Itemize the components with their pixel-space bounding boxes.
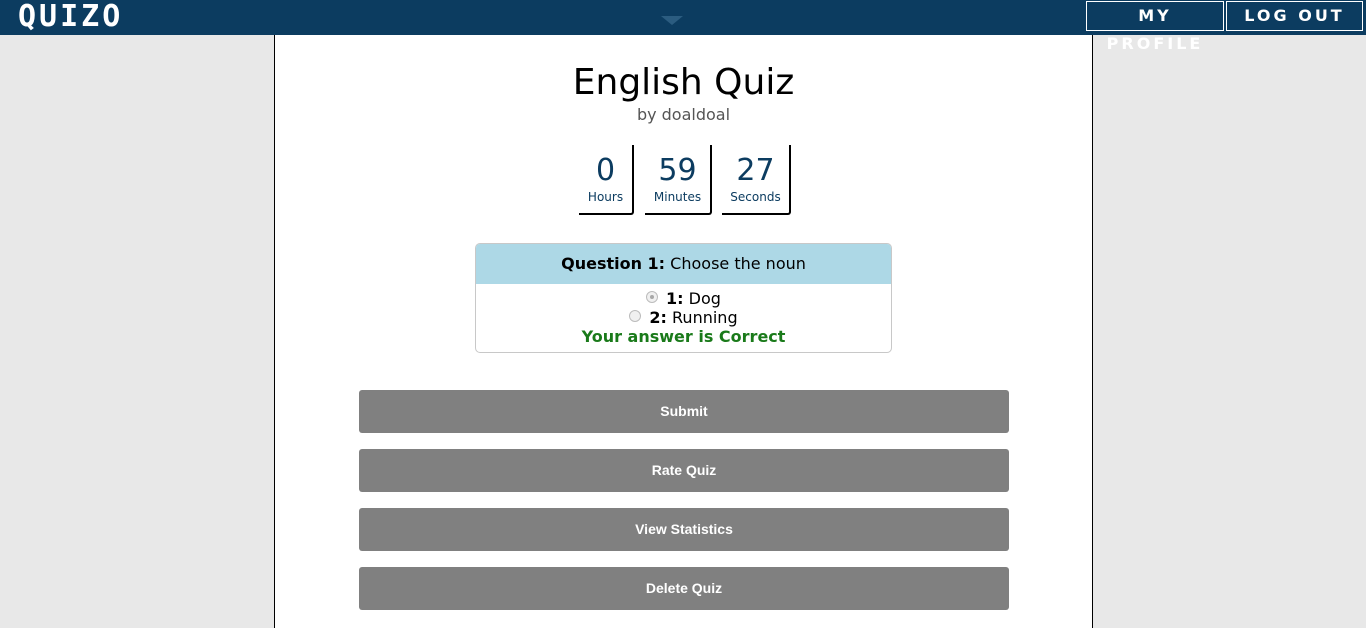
answer-option-2[interactable]: 2: Running — [476, 308, 891, 327]
timer-seconds-value: 27 — [736, 153, 775, 188]
quiz-author: by doaldoal — [636, 105, 731, 124]
top-navigation-bar: QUIZO MY PROFILE LOG OUT — [0, 0, 1366, 53]
answer-2-text: Running — [672, 308, 738, 327]
delete-quiz-button[interactable]: Delete Quiz — [359, 567, 1009, 610]
dropdown-caret-icon[interactable] — [661, 16, 683, 25]
quiz-title: English Quiz — [572, 62, 795, 103]
timer-minutes-label: Minutes — [653, 190, 702, 204]
timer-seconds: 27 Seconds — [722, 145, 791, 215]
question-header: Question 1: Choose the noun — [476, 244, 891, 284]
my-profile-button[interactable]: MY PROFILE — [1086, 1, 1224, 53]
rate-quiz-button[interactable]: Rate Quiz — [359, 449, 1009, 492]
question-card: Question 1: Choose the noun 1: Dog 2: Ru… — [475, 243, 892, 353]
quiz-content-panel: English Quiz by doaldoal 0 Hours 59 Minu… — [274, 35, 1093, 628]
answer-1-number: 1: — [666, 289, 684, 308]
answer-option-1[interactable]: 1: Dog — [476, 289, 891, 308]
answer-1-radio[interactable] — [646, 291, 659, 303]
submit-button[interactable]: Submit — [359, 390, 1009, 433]
answer-result-message: Your answer is Correct — [581, 327, 786, 346]
timer-hours-value: 0 — [595, 153, 616, 188]
log-out-button[interactable]: LOG OUT — [1226, 1, 1363, 31]
timer-minutes-value: 59 — [658, 153, 697, 188]
timer-minutes: 59 Minutes — [645, 145, 712, 215]
answer-2-radio[interactable] — [629, 310, 642, 322]
timer-hours: 0 Hours — [579, 145, 634, 215]
answer-2-number: 2: — [649, 308, 667, 327]
question-number: Question 1: — [561, 254, 666, 273]
quizo-logo[interactable]: QUIZO — [18, 0, 123, 34]
view-statistics-button[interactable]: View Statistics — [359, 508, 1009, 551]
timer-hours-label: Hours — [587, 190, 624, 204]
timer-seconds-label: Seconds — [730, 190, 781, 204]
question-text: Choose the noun — [670, 254, 806, 273]
answer-list: 1: Dog 2: Running Your answer is Correct — [476, 284, 891, 346]
answer-1-text: Dog — [688, 289, 721, 308]
